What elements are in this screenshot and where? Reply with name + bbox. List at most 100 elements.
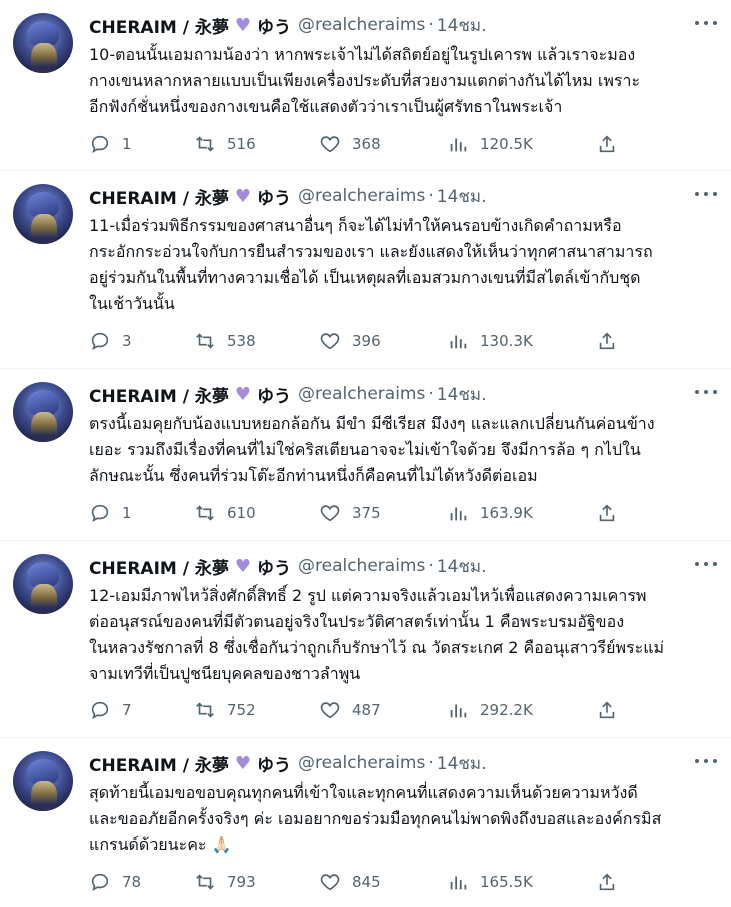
timestamp[interactable]: 14ชม. (437, 12, 487, 39)
more-options-icon[interactable] (695, 752, 717, 770)
share-button[interactable] (596, 133, 629, 155)
reply-count: 7 (122, 701, 132, 719)
avatar[interactable] (13, 382, 73, 442)
retweet-button[interactable]: 752 (194, 699, 256, 721)
share-icon (599, 701, 615, 719)
like-button[interactable]: 368 (319, 133, 381, 155)
timestamp[interactable]: 14ชม. (437, 183, 487, 210)
like-button[interactable]: 487 (319, 699, 381, 721)
author-name[interactable]: CHERAIM / 永夢 (89, 751, 229, 776)
tweet-text: 11-เมื่อร่วมพิธีกรรมของศาสนาอื่นๆ ก็จะได… (89, 216, 653, 313)
tweet-thread: CHERAIM / 永夢 ♥ ゆう @realcheraims · 14ชม. … (0, 0, 731, 907)
like-count: 375 (352, 504, 381, 522)
reply-count: 1 (122, 135, 132, 153)
purple-heart-icon: ♥ (234, 14, 251, 36)
author-name-suffix[interactable]: ゆう (257, 554, 291, 579)
reply-button[interactable]: 78 (89, 871, 141, 893)
avatar[interactable] (13, 13, 73, 73)
action-bar: 7 752 487 292.2K (89, 698, 629, 722)
reply-button[interactable]: 3 (89, 330, 132, 352)
like-button[interactable]: 396 (319, 330, 381, 352)
avatar[interactable] (13, 184, 73, 244)
share-button[interactable] (596, 502, 629, 524)
heart-icon (320, 702, 340, 719)
author-handle[interactable]: @realcheraims (298, 556, 425, 576)
views-button[interactable]: 163.9K (447, 502, 533, 524)
reply-button[interactable]: 7 (89, 699, 132, 721)
views-button[interactable]: 130.3K (447, 330, 533, 352)
heart-icon (320, 874, 340, 891)
retweet-count: 516 (227, 135, 256, 153)
share-button[interactable] (596, 699, 629, 721)
analytics-icon (450, 507, 467, 521)
timestamp[interactable]: 14ชม. (437, 381, 487, 408)
reply-count: 1 (122, 504, 132, 522)
separator: · (428, 556, 434, 576)
author-handle[interactable]: @realcheraims (298, 186, 425, 206)
like-count: 396 (352, 332, 381, 350)
avatar[interactable] (13, 554, 73, 614)
like-count: 487 (352, 701, 381, 719)
retweet-count: 752 (227, 701, 256, 719)
author-name-suffix[interactable]: ゆう (257, 382, 291, 407)
more-options-icon[interactable] (695, 185, 717, 203)
retweet-button[interactable]: 538 (194, 330, 256, 352)
more-options-icon[interactable] (695, 555, 717, 573)
tweet-header: CHERAIM / 永夢 ♥ ゆう @realcheraims · 14ชม. (89, 553, 487, 579)
tweet-text: ตรงนี้เอมคุยกับน้องแบบหยอกล้อกัน มีขำ มี… (89, 414, 655, 485)
reply-button[interactable]: 1 (89, 502, 132, 524)
purple-heart-icon: ♥ (234, 555, 251, 577)
avatar[interactable] (13, 751, 73, 811)
author-handle[interactable]: @realcheraims (298, 15, 425, 35)
reply-button[interactable]: 1 (89, 133, 132, 155)
author-handle[interactable]: @realcheraims (298, 753, 425, 773)
reply-icon (91, 504, 109, 522)
purple-heart-icon: ♥ (234, 383, 251, 405)
more-options-icon[interactable] (695, 383, 717, 401)
tweet[interactable]: CHERAIM / 永夢 ♥ ゆう @realcheraims · 14ชม. … (0, 541, 731, 738)
author-name-suffix[interactable]: ゆう (257, 184, 291, 209)
view-count: 120.5K (480, 135, 533, 153)
author-name[interactable]: CHERAIM / 永夢 (89, 382, 229, 407)
tweet[interactable]: CHERAIM / 永夢 ♥ ゆう @realcheraims · 14ชม. … (0, 738, 731, 907)
reply-count: 3 (122, 332, 132, 350)
share-button[interactable] (596, 871, 629, 893)
timestamp[interactable]: 14ชม. (437, 553, 487, 580)
tweet[interactable]: CHERAIM / 永夢 ♥ ゆう @realcheraims · 14ชม. … (0, 171, 731, 369)
tweet[interactable]: CHERAIM / 永夢 ♥ ゆう @realcheraims · 14ชม. … (0, 0, 731, 171)
purple-heart-icon: ♥ (234, 752, 251, 774)
retweet-icon (196, 505, 214, 521)
views-button[interactable]: 120.5K (447, 133, 533, 155)
like-button[interactable]: 845 (319, 871, 381, 893)
retweet-button[interactable]: 793 (194, 871, 256, 893)
tweet-header: CHERAIM / 永夢 ♥ ゆう @realcheraims · 14ชม. (89, 381, 487, 407)
timestamp[interactable]: 14ชม. (437, 750, 487, 777)
separator: · (428, 15, 434, 35)
author-name[interactable]: CHERAIM / 永夢 (89, 184, 229, 209)
reply-icon (91, 701, 109, 719)
tweet[interactable]: CHERAIM / 永夢 ♥ ゆう @realcheraims · 14ชม. … (0, 369, 731, 541)
author-handle[interactable]: @realcheraims (298, 384, 425, 404)
like-button[interactable]: 375 (319, 502, 381, 524)
views-button[interactable]: 165.5K (447, 871, 533, 893)
views-button[interactable]: 292.2K (447, 699, 533, 721)
retweet-button[interactable]: 610 (194, 502, 256, 524)
tweet-text: 12-เอมมีภาพไหว้สิ่งศักดิ์สิทธิ์ 2 รูป แต… (89, 586, 665, 683)
reply-icon (91, 332, 109, 350)
author-name[interactable]: CHERAIM / 永夢 (89, 554, 229, 579)
separator: · (428, 753, 434, 773)
retweet-button[interactable]: 516 (194, 133, 256, 155)
author-name[interactable]: CHERAIM / 永夢 (89, 13, 229, 38)
more-options-icon[interactable] (695, 14, 717, 32)
share-icon (599, 504, 615, 522)
retweet-icon (196, 136, 214, 152)
reply-count: 78 (122, 873, 142, 891)
retweet-icon (196, 874, 214, 890)
action-bar: 1 610 375 163.9K (89, 501, 629, 525)
author-name-suffix[interactable]: ゆう (257, 13, 291, 38)
analytics-icon (450, 876, 467, 890)
view-count: 163.9K (480, 504, 533, 522)
share-button[interactable] (596, 330, 629, 352)
author-name-suffix[interactable]: ゆう (257, 751, 291, 776)
heart-icon (320, 136, 340, 153)
